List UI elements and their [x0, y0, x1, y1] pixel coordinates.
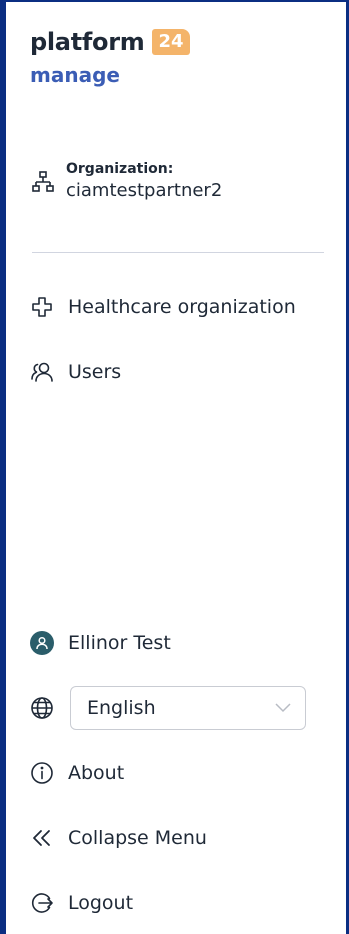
- logout-label: Logout: [68, 892, 134, 914]
- organization-info: Organization: ciamtestpartner2: [32, 160, 222, 204]
- logout-button[interactable]: Logout: [30, 888, 133, 918]
- organization-label: Organization:: [66, 161, 174, 177]
- brand-logo[interactable]: platform 24 manage: [30, 28, 190, 88]
- top-border: [6, 0, 349, 2]
- chevron-down-icon: [275, 703, 291, 713]
- brand-badge: 24: [152, 29, 190, 55]
- brand-word: platform: [30, 28, 145, 56]
- collapse-menu-button[interactable]: Collapse Menu: [30, 823, 207, 853]
- user-name: Ellinor Test: [68, 632, 171, 654]
- collapse-label: Collapse Menu: [68, 827, 207, 849]
- logout-icon: [30, 891, 54, 915]
- users-icon: [30, 360, 54, 384]
- nav-healthcare-organization[interactable]: Healthcare organization: [30, 292, 296, 322]
- avatar: [30, 631, 54, 655]
- about-link[interactable]: About: [30, 758, 124, 788]
- nav-label-users: Users: [68, 361, 122, 383]
- language-row: English: [30, 686, 306, 730]
- double-chevron-left-icon: [30, 826, 54, 850]
- sidebar: platform 24 manage Organization: ciamtes…: [0, 0, 349, 934]
- divider: [32, 252, 324, 253]
- organization-name: ciamtestpartner2: [66, 180, 223, 201]
- user-profile[interactable]: Ellinor Test: [30, 628, 171, 658]
- nav-users[interactable]: Users: [30, 357, 121, 387]
- sitemap-icon: [32, 171, 54, 192]
- about-label: About: [68, 762, 125, 784]
- medical-cross-icon: [30, 295, 54, 319]
- language-selected: English: [87, 697, 156, 719]
- language-select[interactable]: English: [70, 686, 306, 730]
- globe-icon: [30, 696, 54, 720]
- info-icon: [30, 761, 54, 785]
- brand-subtitle: manage: [30, 63, 120, 87]
- nav-label-healthcare: Healthcare organization: [68, 296, 296, 318]
